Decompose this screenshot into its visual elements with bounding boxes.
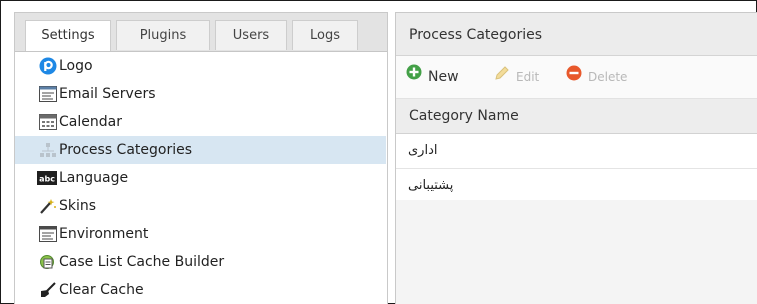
grid-empty-area <box>396 200 757 304</box>
logo-icon <box>39 57 57 75</box>
new-button[interactable]: New <box>406 56 459 98</box>
tree-item-label: Email Servers <box>59 86 156 102</box>
pencil-icon <box>494 56 510 98</box>
new-button-label: New <box>428 69 459 85</box>
svg-text:abc: abc <box>39 175 55 184</box>
tab-plugins[interactable]: Plugins <box>116 20 210 50</box>
tree-item-skins[interactable]: Skins <box>15 192 386 220</box>
case-list-cache-builder-icon <box>39 254 57 270</box>
column-header-category-name[interactable]: Category Name <box>396 99 757 134</box>
grid-toolbar: New Edit Delete <box>396 56 757 99</box>
tree-item-case-list-cache-builder[interactable]: Case List Cache Builder <box>15 248 386 276</box>
tree-item-label: Language <box>59 170 129 186</box>
process-categories-icon <box>39 142 57 158</box>
delete-button[interactable]: Delete <box>566 56 627 98</box>
tree-item-logo[interactable]: Logo <box>15 52 386 80</box>
tree-item-clear-cache[interactable]: Clear Cache <box>15 276 386 304</box>
tab-strip: Settings Plugins Users Logs <box>15 13 387 52</box>
add-icon <box>406 55 422 97</box>
clear-cache-icon <box>39 282 57 298</box>
tree-item-process-categories[interactable]: Process Categories <box>15 136 386 164</box>
tab-settings[interactable]: Settings <box>25 20 111 51</box>
tree-item-calendar[interactable]: Calendar <box>15 108 386 136</box>
skins-icon <box>39 198 57 214</box>
process-categories-panel: Process Categories New Edit Delete Categ… <box>395 12 757 304</box>
tab-logs[interactable]: Logs <box>292 20 358 50</box>
edit-button-label: Edit <box>516 70 540 84</box>
table-row[interactable]: پشتیبانی <box>396 169 757 204</box>
panel-title: Process Categories <box>396 13 757 56</box>
tree-item-label: Logo <box>59 58 93 74</box>
tree-item-environment[interactable]: Environment <box>15 220 386 248</box>
environment-icon <box>39 226 57 242</box>
tree-item-label: Case List Cache Builder <box>59 254 225 270</box>
tab-users[interactable]: Users <box>215 20 287 50</box>
tree-item-language[interactable]: abc Language <box>15 164 386 192</box>
tree-item-label: Clear Cache <box>59 282 144 298</box>
delete-button-label: Delete <box>588 70 628 84</box>
language-icon: abc <box>37 170 57 186</box>
tree-item-label: Skins <box>59 198 97 214</box>
table-row[interactable]: اداری <box>396 134 757 169</box>
delete-icon <box>566 56 582 98</box>
tree-item-label: Calendar <box>59 114 122 130</box>
edit-button[interactable]: Edit <box>494 56 539 98</box>
tree-item-label: Process Categories <box>59 142 193 158</box>
tree-item-label: Environment <box>59 226 149 242</box>
calendar-icon <box>39 114 57 130</box>
email-servers-icon <box>39 86 57 102</box>
settings-panel: Settings Plugins Users Logs Logo Email S… <box>14 12 388 304</box>
screenshot-frame: Settings Plugins Users Logs Logo Email S… <box>0 0 757 304</box>
tree-item-email-servers[interactable]: Email Servers <box>15 80 386 108</box>
